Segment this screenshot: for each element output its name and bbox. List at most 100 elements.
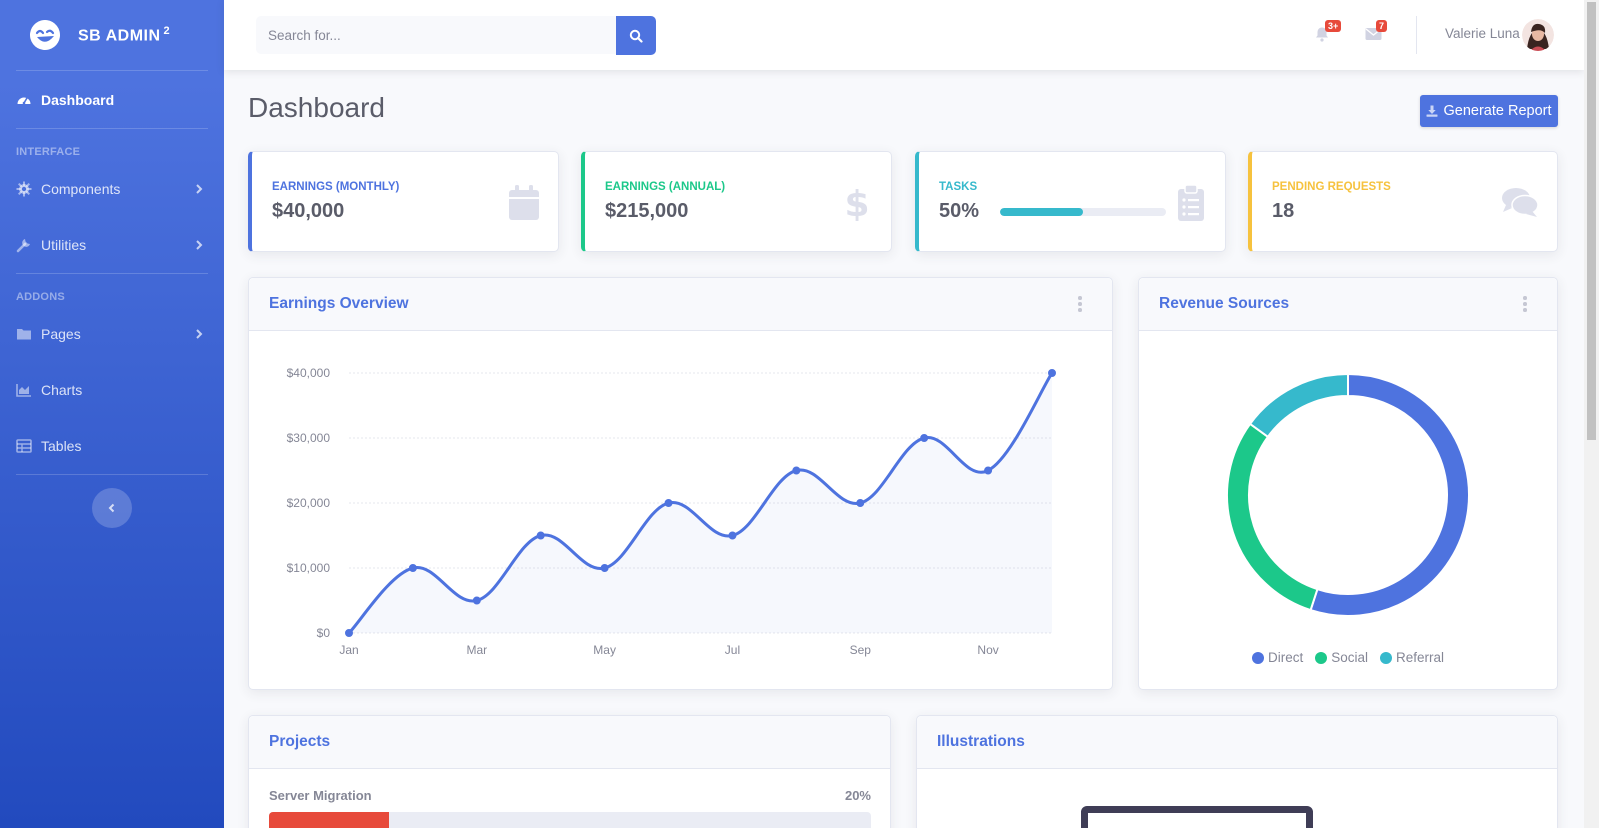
sidebar-item-dashboard[interactable]: Dashboard (0, 71, 224, 128)
x-tick-label: Jul (725, 643, 740, 657)
card-title: Illustrations (937, 733, 1025, 750)
y-tick-label: $0 (317, 626, 331, 640)
alerts-dropdown[interactable]: 3+ (1314, 20, 1342, 46)
stat-value: $40,000 (272, 200, 345, 222)
y-tick-label: $20,000 (287, 496, 331, 510)
folder-icon (17, 329, 31, 340)
progress-fill (269, 812, 390, 828)
card-title: Projects (269, 733, 331, 750)
sidebar-toggle-button[interactable] (92, 488, 132, 528)
legend-swatch (1380, 651, 1393, 664)
avatar[interactable] (1522, 19, 1554, 51)
clipboard-icon (1178, 185, 1204, 221)
sidebar-heading-addons: Addons (16, 291, 65, 303)
user-avatar-image (1522, 19, 1554, 51)
generate-report-label: Generate Report (1443, 103, 1552, 119)
pie-slice-social (1226, 422, 1319, 612)
sidebar-heading-interface: Interface (16, 146, 81, 158)
chevron-right-icon (196, 329, 203, 339)
generate-report-button[interactable]: Generate Report (1420, 95, 1558, 127)
tachometer-icon (17, 97, 31, 104)
legend-label: Social (1331, 650, 1369, 665)
brand[interactable]: SB ADMIN 2 (0, 0, 224, 70)
data-point (664, 499, 673, 507)
page-scrollbar[interactable] (1584, 0, 1599, 828)
x-tick-label: May (593, 643, 616, 657)
x-tick-label: Mar (466, 643, 487, 657)
stat-value: 18 (1272, 200, 1295, 222)
card-title: Earnings Overview (269, 295, 409, 312)
chart-area-icon (16, 384, 31, 397)
data-point (792, 466, 801, 475)
pie-slice-direct (1309, 372, 1470, 617)
chevron-right-icon (196, 240, 203, 250)
sidebar-item-components[interactable]: Components (0, 161, 224, 217)
progress-fill (1000, 208, 1083, 216)
chart-legend: Direct Social Referral (1139, 650, 1557, 665)
stat-value: 50% (939, 200, 980, 222)
sidebar-item-label: Charts (41, 382, 83, 398)
revenue-sources-card: Revenue Sources Direct Social Referral (1138, 277, 1558, 690)
earnings-overview-card: Earnings Overview $0 $10,000 $20,000 $30,00… (248, 277, 1113, 690)
sidebar-item-pages[interactable]: Pages (0, 306, 224, 362)
search-form (256, 16, 656, 55)
gear-icon (16, 181, 32, 197)
card-header: Projects (249, 716, 890, 769)
illustration-image (1081, 806, 1313, 828)
data-point (920, 434, 929, 442)
chevron-right-icon (196, 184, 203, 194)
table-icon (16, 439, 32, 453)
data-point (472, 596, 481, 605)
sidebar-item-label: Components (41, 181, 121, 197)
sidebar-item-utilities[interactable]: Utilities (0, 217, 224, 273)
data-point (728, 531, 737, 540)
sidebar-item-label: Tables (41, 438, 82, 454)
data-point (600, 564, 609, 572)
calendar-icon (509, 185, 539, 220)
y-tick-label: $40,000 (287, 366, 331, 380)
more-options-icon[interactable] (1078, 296, 1082, 312)
data-point (345, 629, 353, 637)
legend-item-referral[interactable]: Referral (1380, 650, 1444, 665)
card-header: Earnings Overview (249, 278, 1112, 331)
messages-dropdown[interactable]: 7 (1365, 20, 1388, 46)
topbar: 3+ 7 Valerie Luna (224, 0, 1584, 70)
scrollbar-thumb[interactable] (1587, 2, 1596, 440)
sidebar-item-label: Utilities (41, 237, 87, 253)
stat-card-pending-requests: Pending Requests 18 (1248, 151, 1558, 252)
pie-slice-referral (1248, 372, 1349, 439)
stat-label: Tasks (939, 181, 978, 193)
sidebar: SB ADMIN 2 Dashboard Interface Components… (0, 0, 224, 828)
x-tick-label: Jan (339, 643, 358, 657)
card-header: Revenue Sources (1139, 278, 1557, 331)
tasks-progress-bar (1000, 208, 1166, 216)
user-name[interactable]: Valerie Luna (1445, 26, 1520, 41)
laugh-wink-icon (30, 20, 60, 50)
legend-item-social[interactable]: Social (1315, 650, 1368, 665)
sidebar-item-tables[interactable]: Tables (0, 418, 224, 474)
stat-card-earnings-monthly: Earnings (Monthly) $40,000 (248, 151, 559, 252)
download-icon (1426, 105, 1438, 117)
sidebar-item-label: Pages (41, 326, 81, 342)
y-tick-label: $30,000 (287, 431, 331, 445)
page-title: Dashboard (248, 92, 385, 123)
project-name: Server Migration (269, 788, 372, 803)
more-options-icon[interactable] (1523, 296, 1527, 312)
sidebar-item-charts[interactable]: Charts (0, 362, 224, 418)
legend-item-direct[interactable]: Direct (1251, 650, 1303, 665)
data-point (1048, 369, 1056, 377)
sidebar-item-label: Dashboard (41, 91, 115, 108)
search-button[interactable] (616, 16, 656, 55)
data-point (984, 466, 993, 475)
project-row: Server Migration 20% (269, 788, 871, 803)
x-tick-label: Sep (850, 643, 872, 657)
x-tick-label: Nov (977, 643, 998, 657)
stat-value: $215,000 (605, 200, 689, 222)
card-title: Revenue Sources (1159, 295, 1290, 312)
data-point (536, 531, 545, 540)
y-tick-label: $10,000 (287, 561, 331, 575)
alerts-badge: 3+ (1325, 20, 1342, 32)
earnings-area-chart: $0 $10,000 $20,000 $30,000 $40,000 Jan Mar May J… (287, 366, 1056, 657)
search-icon (629, 29, 643, 43)
search-input[interactable] (256, 16, 616, 54)
